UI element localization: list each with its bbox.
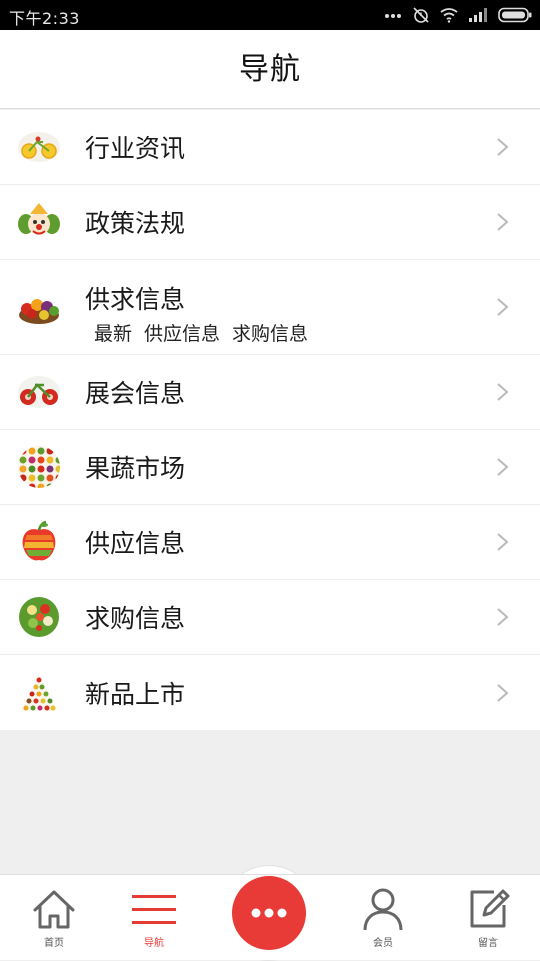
tab-member[interactable]: 会员 xyxy=(329,875,437,961)
nav-item-industry-news[interactable]: 行业资讯 xyxy=(0,110,540,185)
alarm-off-icon xyxy=(412,6,430,24)
tab-label: 导航 xyxy=(144,938,164,949)
wifi-icon xyxy=(440,7,458,23)
nav-item-label: 供应信息 xyxy=(85,529,186,558)
more-icon xyxy=(251,908,287,918)
chevron-right-icon xyxy=(496,382,510,402)
nav-item-label: 果蔬市场 xyxy=(85,454,186,483)
food-pyramid-thumbnail xyxy=(17,671,61,715)
nav-item-policies[interactable]: 政策法规 xyxy=(0,185,540,260)
battery-icon xyxy=(498,7,532,23)
more-button[interactable] xyxy=(232,876,306,950)
menu-icon xyxy=(130,885,178,933)
status-time: 下午2:33 xyxy=(9,9,80,28)
nav-item-produce-market[interactable]: 果蔬市场 xyxy=(0,430,540,505)
home-icon xyxy=(30,885,78,933)
sublink-latest[interactable]: 最新 xyxy=(94,319,132,346)
tab-label: 留言 xyxy=(478,938,498,949)
chevron-right-icon xyxy=(496,607,510,627)
title-bar: 导航 xyxy=(0,30,540,109)
sublink-supply[interactable]: 供应信息 xyxy=(144,319,220,346)
user-icon xyxy=(359,885,407,933)
nav-item-purchase-info[interactable]: 求购信息 xyxy=(0,580,540,655)
nav-item-label: 供求信息 xyxy=(85,285,186,314)
salad-bowl-thumbnail xyxy=(17,595,61,639)
sublink-purchase[interactable]: 求购信息 xyxy=(232,319,308,346)
chevron-right-icon xyxy=(496,297,510,317)
tab-message[interactable]: 留言 xyxy=(434,875,540,961)
fruit-basket-thumbnail xyxy=(17,285,61,329)
tab-home[interactable]: 首页 xyxy=(0,875,108,961)
nav-item-supply-info[interactable]: 供应信息 xyxy=(0,505,540,580)
nav-item-supply-demand[interactable]: 供求信息 最新 供应信息 求购信息 xyxy=(0,260,540,355)
vegetable-bike-thumbnail xyxy=(17,370,61,414)
nav-list: 行业资讯 政策法规 供求信息 最新 供应信息 求购信息 展会信息 果蔬市场 供应… xyxy=(0,110,540,730)
page-title: 导航 xyxy=(239,52,301,87)
chevron-right-icon xyxy=(496,137,510,157)
nav-item-exhibitions[interactable]: 展会信息 xyxy=(0,355,540,430)
nav-item-label: 求购信息 xyxy=(85,604,186,633)
signal-icon xyxy=(468,8,488,22)
nav-item-label: 新品上市 xyxy=(85,679,186,709)
edit-note-icon xyxy=(464,885,512,933)
tab-navigation[interactable]: 导航 xyxy=(100,875,208,961)
status-icons xyxy=(384,6,532,24)
status-bar: 下午2:33 xyxy=(0,0,540,30)
nav-item-new-products[interactable]: 新品上市 xyxy=(0,655,540,730)
nav-item-label: 政策法规 xyxy=(85,209,186,238)
nav-item-label: 行业资讯 xyxy=(85,134,186,163)
chevron-right-icon xyxy=(496,683,510,703)
vegetable-clown-thumbnail xyxy=(17,200,61,244)
nav-sublinks: 最新 供应信息 求购信息 xyxy=(94,319,308,346)
tab-label: 首页 xyxy=(44,938,64,949)
nav-item-label: 展会信息 xyxy=(85,379,186,408)
chevron-right-icon xyxy=(496,457,510,477)
more-dots-icon xyxy=(384,11,402,19)
fruit-bicycle-thumbnail xyxy=(17,125,61,169)
tab-label: 会员 xyxy=(373,938,393,949)
chevron-right-icon xyxy=(496,532,510,552)
fruit-apple-mosaic-thumbnail xyxy=(17,520,61,564)
fruit-grid-thumbnail xyxy=(17,445,61,489)
chevron-right-icon xyxy=(496,212,510,232)
